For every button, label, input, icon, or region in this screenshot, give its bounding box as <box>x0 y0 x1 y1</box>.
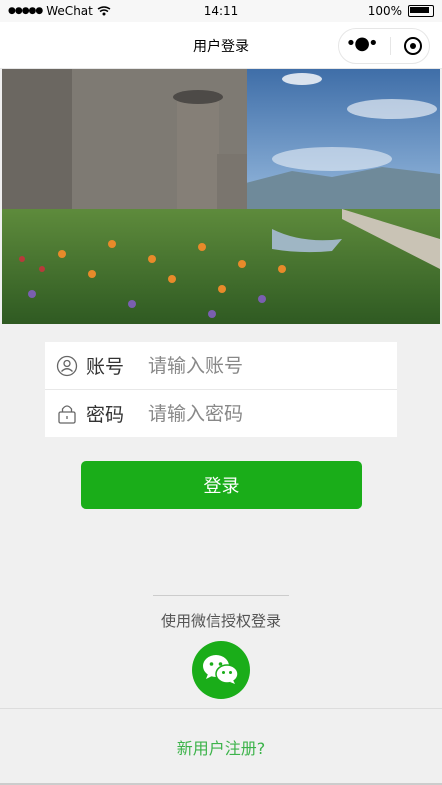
battery-percent: 100% <box>367 4 402 18</box>
login-button[interactable]: 登录 <box>81 461 362 509</box>
user-icon <box>56 355 78 376</box>
password-input[interactable] <box>146 401 370 426</box>
status-right: 100% <box>368 4 434 18</box>
close-miniprogram-icon[interactable] <box>404 37 423 55</box>
banner-image <box>2 69 440 324</box>
castle-garden-photo <box>2 69 440 324</box>
wechat-login-button[interactable] <box>192 641 250 699</box>
miniprogram-capsule: •●• <box>338 28 430 64</box>
password-label: 密码 <box>86 404 125 426</box>
register-link[interactable]: 新用户注册? <box>0 735 442 759</box>
bottom-divider <box>0 708 442 709</box>
more-icon[interactable]: •●• <box>346 35 379 53</box>
wechat-icon <box>203 655 239 684</box>
account-label: 账号 <box>86 356 125 378</box>
battery-icon <box>408 5 434 17</box>
divider <box>153 595 289 596</box>
login-form: 账号 密码 <box>45 342 397 437</box>
account-row: 账号 <box>45 342 397 389</box>
password-row: 密码 <box>45 389 397 437</box>
account-input[interactable] <box>146 353 370 378</box>
lock-icon <box>58 404 76 424</box>
capsule-divider <box>389 37 391 55</box>
nav-bar: 用户登录 •●• <box>0 22 442 69</box>
status-bar: ●●●●● WeChat 14:11 100% <box>0 0 442 22</box>
wechat-login-hint: 使用微信授权登录 <box>160 612 281 630</box>
